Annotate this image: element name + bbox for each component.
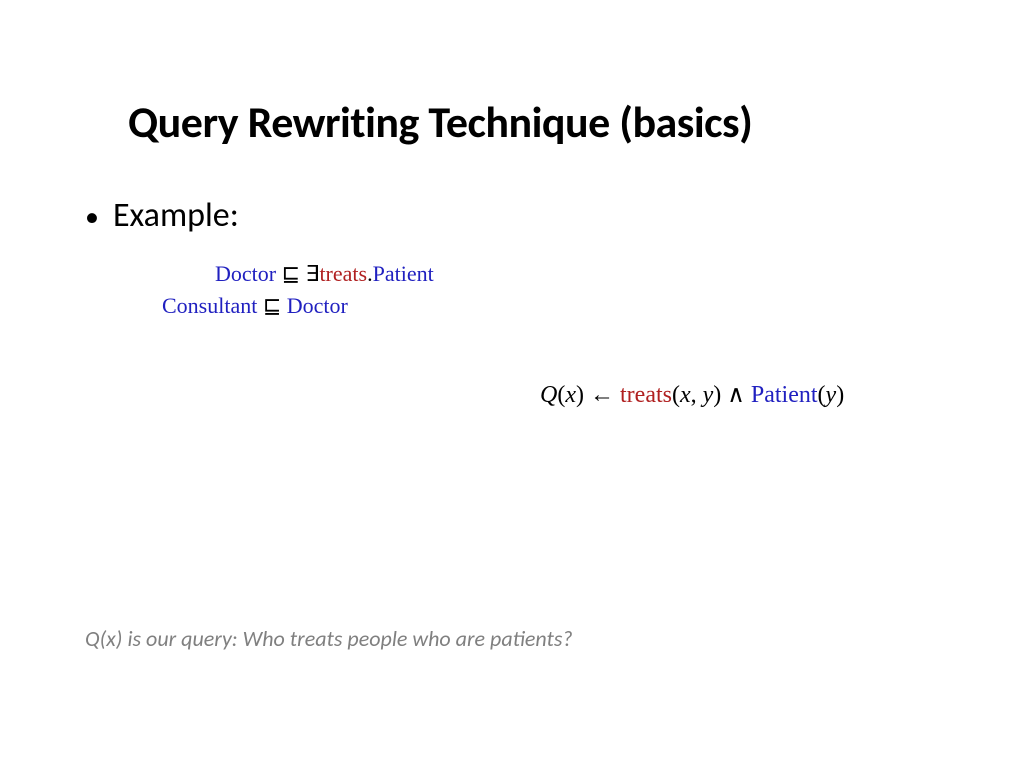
concept-doctor-2: Doctor xyxy=(287,293,348,318)
bullet-label: Example: xyxy=(113,195,239,236)
query-definition: Q(x) ← treats(x, y) ∧ Patient(y) xyxy=(540,380,844,409)
wedge-icon: ∧ xyxy=(721,382,751,408)
exists-icon: ∃ xyxy=(306,261,320,286)
role-treats-q: treats xyxy=(620,382,672,408)
bullet-example: • Example: xyxy=(85,195,239,236)
sqsubseteq-icon: ⊑ xyxy=(263,293,281,319)
axiom-2: Consultant ⊑ Doctor xyxy=(162,293,348,319)
footnote: Q(x) is our query: Who treats people who… xyxy=(85,625,573,652)
role-treats: treats xyxy=(319,261,367,286)
concept-patient-q: Patient xyxy=(751,382,818,408)
sqsubseteq-icon: ⊑ xyxy=(282,261,300,287)
leftarrow-icon: ← xyxy=(584,382,620,408)
slide-title: Query Rewriting Technique (basics) xyxy=(128,95,752,149)
bullet-dot: • xyxy=(85,203,99,231)
query-head: Q xyxy=(540,382,557,408)
axiom-1: Doctor ⊑ ∃treats.Patient xyxy=(215,261,434,287)
concept-doctor: Doctor xyxy=(215,261,276,286)
concept-consultant: Consultant xyxy=(162,293,257,318)
concept-patient: Patient xyxy=(373,261,434,286)
